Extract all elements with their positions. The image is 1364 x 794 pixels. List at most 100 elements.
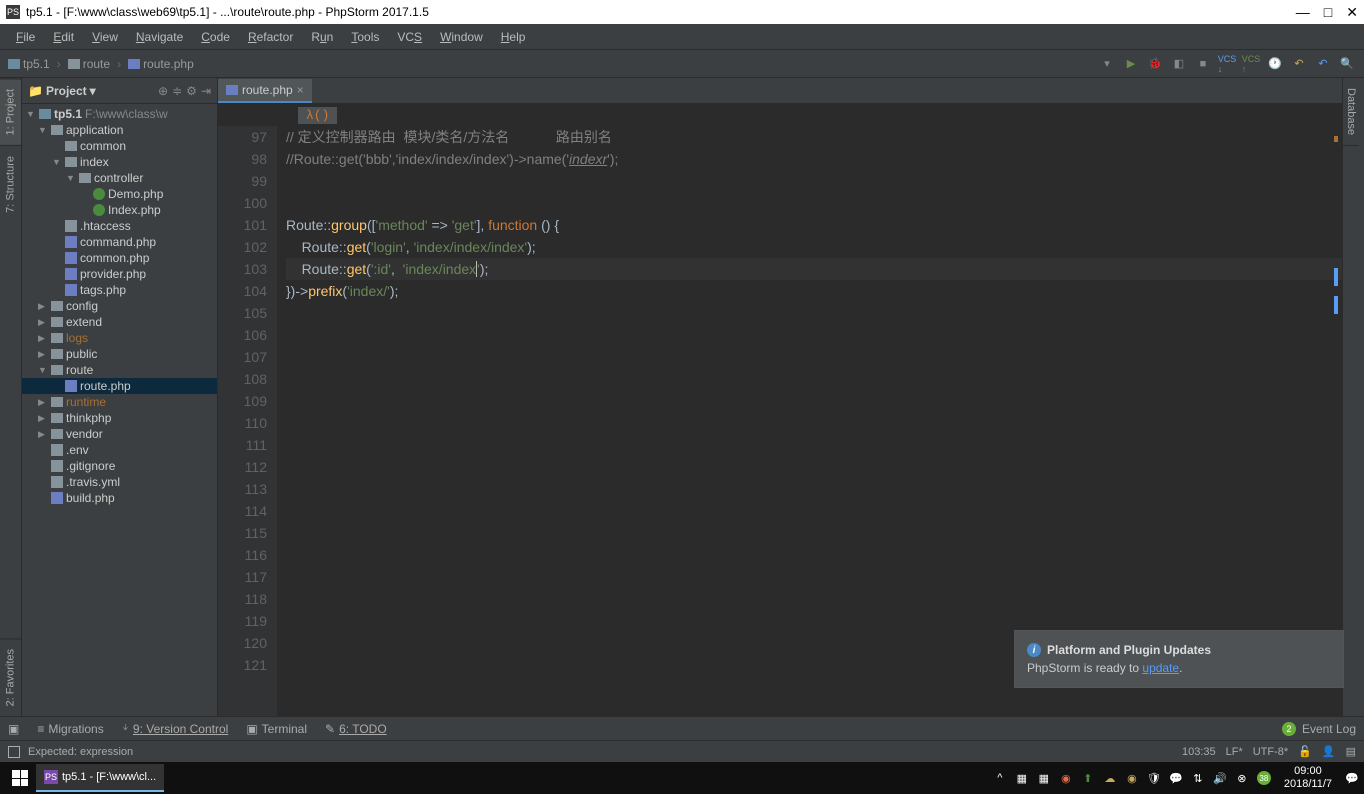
tree-item-demo-php[interactable]: Demo.php	[22, 186, 217, 202]
tree-item-build-php[interactable]: build.php	[22, 490, 217, 506]
start-button[interactable]	[4, 764, 36, 792]
search-button[interactable]: 🔍	[1338, 55, 1356, 73]
menu-tools[interactable]: Tools	[343, 27, 387, 47]
memory-icon[interactable]: ▤	[1346, 745, 1356, 758]
status-dot-icon[interactable]: 2	[1282, 722, 1296, 736]
maximize-button[interactable]: □	[1324, 4, 1332, 21]
tray-icon[interactable]: 38	[1256, 770, 1272, 786]
close-button[interactable]: ✕	[1346, 4, 1358, 21]
menu-navigate[interactable]: Navigate	[128, 27, 191, 47]
readonly-icon[interactable]: 🔓	[1298, 745, 1312, 758]
vcs-history-button[interactable]: 🕐	[1266, 55, 1284, 73]
tree-item--env[interactable]: .env	[22, 442, 217, 458]
sidebar-tab-project[interactable]: 1: Project	[0, 78, 21, 145]
tool-version-control[interactable]: ᛎ 9: Version Control	[122, 722, 229, 736]
tree-item-index-php[interactable]: Index.php	[22, 202, 217, 218]
tree-item-common[interactable]: common	[22, 138, 217, 154]
tray-icon[interactable]: ⊗	[1234, 770, 1250, 786]
code-content[interactable]: // 定义控制器路由 模块/类名/方法名 路由别名//Route::get('b…	[278, 126, 1342, 716]
tray-chevron-icon[interactable]: ^	[992, 770, 1008, 786]
code-editor[interactable]: 9798991001011021031041051061071081091101…	[218, 126, 1342, 716]
coverage-button[interactable]: ◧	[1170, 55, 1188, 73]
menu-code[interactable]: Code	[193, 27, 238, 47]
breadcrumb-root[interactable]: tp5.1	[8, 57, 50, 71]
file-encoding[interactable]: UTF-8*	[1253, 746, 1288, 758]
taskbar-phpstorm[interactable]: PS tp5.1 - [F:\www\cl...	[36, 764, 164, 792]
run-button[interactable]: ▶	[1122, 55, 1140, 73]
tray-icon[interactable]: 🛡	[1146, 770, 1162, 786]
inspector-icon[interactable]: 👤	[1322, 745, 1336, 758]
menu-file[interactable]: File	[8, 27, 43, 47]
tree-root[interactable]: tp5.1 F:\www\class\w	[22, 106, 217, 122]
tree-item-runtime[interactable]: runtime	[22, 394, 217, 410]
tree-item-common-php[interactable]: common.php	[22, 250, 217, 266]
collapse-icon[interactable]: ≑	[172, 84, 182, 98]
tool-terminal[interactable]: ▣ Terminal	[246, 722, 307, 736]
line-separator[interactable]: LF*	[1226, 746, 1243, 758]
menu-run[interactable]: Run	[303, 27, 341, 47]
cursor-position[interactable]: 103:35	[1182, 746, 1216, 758]
clock[interactable]: 09:00 2018/11/7	[1278, 765, 1338, 791]
tree-item--gitignore[interactable]: .gitignore	[22, 458, 217, 474]
tray-icon[interactable]: ☁	[1102, 770, 1118, 786]
tree-item-extend[interactable]: extend	[22, 314, 217, 330]
toggle-tools-icon[interactable]: ▣	[8, 722, 19, 736]
tray-icon[interactable]: ◉	[1124, 770, 1140, 786]
sidebar-tab-database[interactable]: Database	[1343, 78, 1359, 146]
tray-icon[interactable]: ▦	[1014, 770, 1030, 786]
tree-item-route[interactable]: route	[22, 362, 217, 378]
tray-icon[interactable]: ◉	[1058, 770, 1074, 786]
undo-button[interactable]: ↶	[1314, 55, 1332, 73]
vcs-update-button[interactable]: VCS↓	[1218, 55, 1236, 73]
editor-tab[interactable]: route.php ×	[218, 79, 312, 103]
autoscroll-icon[interactable]: ⊕	[158, 84, 168, 98]
tool-migrations[interactable]: ≡ Migrations	[37, 722, 103, 736]
menu-refactor[interactable]: Refactor	[240, 27, 301, 47]
tree-item-index[interactable]: index	[22, 154, 217, 170]
tray-icon[interactable]: 💬	[1168, 770, 1184, 786]
tool-todo[interactable]: ✎ 6: TODO	[325, 722, 387, 736]
update-link[interactable]: update	[1142, 661, 1179, 675]
menu-vcs[interactable]: VCS	[389, 27, 430, 47]
sidebar-tab-favorites[interactable]: 2: Favorites	[0, 638, 21, 716]
run-config-dropdown[interactable]: ▾	[1098, 55, 1116, 73]
tree-item-controller[interactable]: controller	[22, 170, 217, 186]
tray-icon[interactable]: ▦	[1036, 770, 1052, 786]
tree-item-command-php[interactable]: command.php	[22, 234, 217, 250]
project-tree[interactable]: tp5.1 F:\www\class\w applicationcommonin…	[22, 104, 217, 716]
tree-item-config[interactable]: config	[22, 298, 217, 314]
tree-item--htaccess[interactable]: .htaccess	[22, 218, 217, 234]
menu-window[interactable]: Window	[432, 27, 491, 47]
sidebar-tab-structure[interactable]: 7: Structure	[0, 145, 21, 223]
tree-item-application[interactable]: application	[22, 122, 217, 138]
breadcrumb-file[interactable]: route.php	[128, 57, 194, 71]
status-icon[interactable]	[8, 746, 20, 758]
hide-panel-icon[interactable]: ⇥	[201, 84, 211, 98]
settings-icon[interactable]: ⚙	[186, 84, 197, 98]
event-log[interactable]: Event Log	[1302, 722, 1356, 736]
minimize-button[interactable]: —	[1296, 4, 1310, 21]
minimap[interactable]	[1330, 136, 1340, 336]
project-panel-title[interactable]: 📁 Project ▾	[28, 84, 96, 98]
tree-item-thinkphp[interactable]: thinkphp	[22, 410, 217, 426]
tree-item-logs[interactable]: logs	[22, 330, 217, 346]
tray-icon[interactable]: ⬆	[1080, 770, 1096, 786]
tree-item-provider-php[interactable]: provider.php	[22, 266, 217, 282]
tree-item-public[interactable]: public	[22, 346, 217, 362]
debug-button[interactable]: 🐞	[1146, 55, 1164, 73]
stop-button[interactable]: ■	[1194, 55, 1212, 73]
menu-edit[interactable]: Edit	[45, 27, 82, 47]
close-tab-icon[interactable]: ×	[297, 83, 304, 97]
gutter[interactable]: 9798991001011021031041051061071081091101…	[218, 126, 278, 716]
tree-item--travis-yml[interactable]: .travis.yml	[22, 474, 217, 490]
tree-item-vendor[interactable]: vendor	[22, 426, 217, 442]
vcs-commit-button[interactable]: VCS↑	[1242, 55, 1260, 73]
function-label[interactable]: λ()	[298, 107, 337, 124]
tree-item-tags-php[interactable]: tags.php	[22, 282, 217, 298]
notifications-icon[interactable]: 💬	[1344, 770, 1360, 786]
volume-icon[interactable]: 🔊	[1212, 770, 1228, 786]
network-icon[interactable]: ⇅	[1190, 770, 1206, 786]
menu-help[interactable]: Help	[493, 27, 534, 47]
breadcrumb-folder[interactable]: route	[68, 57, 110, 71]
vcs-revert-button[interactable]: ↶	[1290, 55, 1308, 73]
